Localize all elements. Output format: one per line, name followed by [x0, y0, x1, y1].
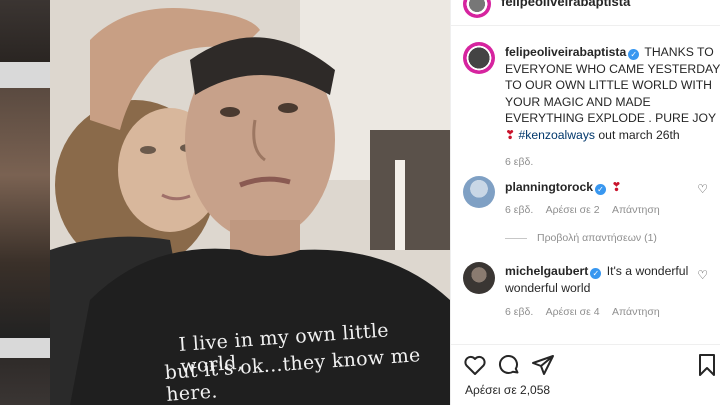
author-avatar[interactable]	[463, 42, 495, 74]
replies-divider	[505, 237, 527, 239]
comment-body: ❣	[611, 180, 622, 194]
commenter-avatar[interactable]	[463, 262, 495, 294]
strip-gap	[0, 62, 50, 88]
caption-meta: 6 εβδ.	[505, 156, 543, 168]
comment-meta: 6 εβδ. Αρέσει σε 2 Απάντηση	[505, 204, 670, 216]
view-replies-label: Προβολή απαντήσεων (1)	[537, 232, 657, 244]
comment-bubble-icon[interactable]	[497, 353, 521, 377]
reply-button[interactable]: Απάντηση	[612, 306, 660, 318]
adjacent-photo-tile	[0, 358, 50, 405]
heart-exclamation-emoji: ❣	[505, 127, 516, 142]
comment-username[interactable]: michelgaubert	[505, 264, 588, 278]
comments-list[interactable]: felipeoliveirabaptista ✓ THANKS TO EVERYO…	[451, 30, 720, 342]
strip-gap	[0, 338, 50, 358]
adjacent-photo-strip[interactable]	[0, 0, 50, 405]
heart-outline-icon[interactable]: ♡	[697, 182, 708, 196]
verified-badge-icon: ✓	[595, 184, 607, 195]
comment-time[interactable]: 6 εβδ.	[505, 204, 533, 216]
view-replies-button[interactable]: Προβολή απαντήσεων (1)	[505, 232, 657, 244]
adjacent-photo-tile	[0, 0, 50, 62]
comment-text: planningtorock ✓ ❣	[505, 179, 720, 196]
heart-outline-icon[interactable]	[463, 353, 487, 377]
caption-username[interactable]: felipeoliveirabaptista	[505, 45, 626, 59]
post-photo[interactable]: I live in my own little world, but it's …	[50, 0, 450, 405]
comment-likes[interactable]: Αρέσει σε 4	[546, 306, 600, 318]
adjacent-photo-tile	[0, 88, 50, 338]
comment-time[interactable]: 6 εβδ.	[505, 306, 533, 318]
post-side-panel: felipeoliveirabaptista felipeoliveirabap…	[450, 0, 720, 405]
like-count[interactable]: Αρέσει σε 2,058	[465, 383, 550, 397]
author-avatar[interactable]	[463, 0, 491, 18]
comment-likes[interactable]: Αρέσει σε 2	[546, 204, 600, 216]
verified-badge-icon: ✓	[590, 268, 602, 279]
comment-meta: 6 εβδ. Αρέσει σε 4 Απάντηση	[505, 306, 670, 318]
paper-plane-icon[interactable]	[531, 353, 555, 377]
comment-username[interactable]: planningtorock	[505, 180, 593, 194]
caption-text: felipeoliveirabaptista ✓ THANKS TO EVERYO…	[505, 44, 720, 143]
comment-text: michelgaubert ✓ It's a wonderful wonderfu…	[505, 263, 695, 296]
commenter-avatar[interactable]	[463, 176, 495, 208]
post-header: felipeoliveirabaptista	[451, 0, 720, 26]
action-bar: Αρέσει σε 2,058	[451, 344, 720, 405]
reply-button[interactable]: Απάντηση	[612, 204, 660, 216]
caption-suffix: out march 26th	[598, 127, 680, 142]
heart-outline-icon[interactable]: ♡	[697, 268, 708, 282]
caption-time[interactable]: 6 εβδ.	[505, 156, 533, 168]
hashtag-link[interactable]: #kenzoalways	[518, 128, 595, 142]
author-username[interactable]: felipeoliveirabaptista	[501, 0, 630, 9]
bookmark-icon[interactable]	[695, 353, 719, 377]
verified-badge-icon: ✓	[628, 49, 640, 60]
